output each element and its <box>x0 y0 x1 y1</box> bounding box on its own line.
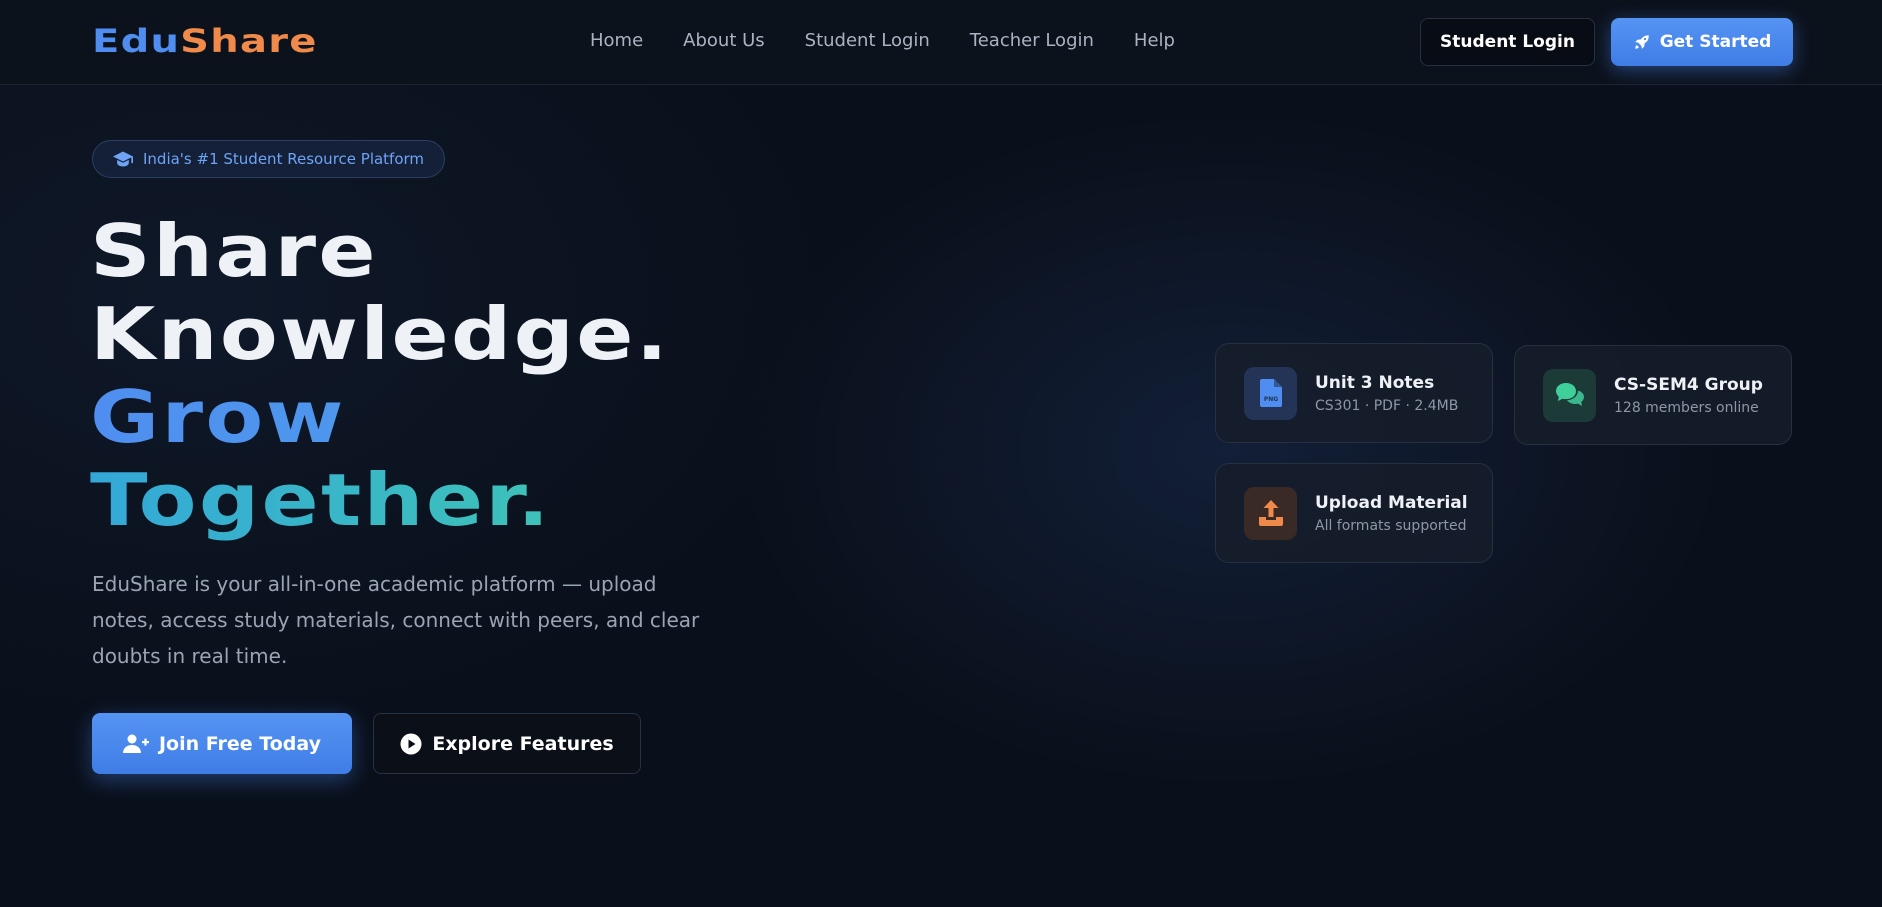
chat-icon <box>1555 383 1584 406</box>
navbar: EduShare Home About Us Student Login Tea… <box>0 0 1882 85</box>
headline-line-1: Share <box>90 209 378 293</box>
explore-features-label: Explore Features <box>432 732 614 755</box>
graduation-cap-icon <box>113 151 133 167</box>
card-subtitle: All formats supported <box>1315 517 1467 534</box>
headline-line-2: Knowledge. <box>90 292 671 376</box>
get-started-button[interactable]: Get Started <box>1611 18 1793 66</box>
png-file-icon: PNG <box>1259 379 1282 407</box>
student-login-button[interactable]: Student Login <box>1420 18 1595 66</box>
card-subtitle: 128 members online <box>1614 399 1759 416</box>
logo-part-edu: Edu <box>92 22 181 60</box>
hero-badge-text: India's #1 Student Resource Platform <box>143 150 425 168</box>
hero-headline: Share Knowledge. Grow Together. <box>90 210 670 542</box>
card-icon-box: PNG <box>1244 366 1297 420</box>
nav-link-student-login[interactable]: Student Login <box>805 30 930 51</box>
card-icon-box <box>1244 486 1297 540</box>
svg-text:PNG: PNG <box>1263 396 1277 403</box>
join-free-label: Join Free Today <box>158 732 321 755</box>
card-upload[interactable]: Upload Material All formats supported <box>1215 463 1493 563</box>
nav-links: Home About Us Student Login Teacher Logi… <box>590 30 1175 51</box>
card-icon-box <box>1543 368 1596 422</box>
nav-link-home[interactable]: Home <box>590 30 643 51</box>
logo-part-share: Share <box>180 22 318 60</box>
student-login-label: Student Login <box>1440 32 1575 52</box>
headline-line-3: Grow <box>90 376 670 459</box>
card-title: CS-SEM4 Group <box>1614 374 1763 395</box>
user-plus-icon <box>122 734 149 753</box>
upload-icon <box>1258 500 1283 526</box>
join-free-button[interactable]: Join Free Today <box>92 713 352 774</box>
headline-line-4: Together. <box>90 459 670 542</box>
nav-link-about[interactable]: About Us <box>683 30 765 51</box>
card-unit-notes[interactable]: PNG Unit 3 Notes CS301 · PDF · 2.4MB <box>1215 343 1493 443</box>
card-group[interactable]: CS-SEM4 Group 128 members online <box>1514 345 1792 445</box>
hero-description: EduShare is your all-in-one academic pla… <box>92 572 700 668</box>
hero-badge: India's #1 Student Resource Platform <box>92 140 446 178</box>
explore-features-button[interactable]: Explore Features <box>373 713 641 774</box>
brand-logo[interactable]: EduShare <box>92 22 318 60</box>
card-subtitle: CS301 · PDF · 2.4MB <box>1315 397 1459 414</box>
nav-link-help[interactable]: Help <box>1134 30 1175 51</box>
play-circle-icon <box>400 733 422 754</box>
nav-link-teacher-login[interactable]: Teacher Login <box>970 30 1094 51</box>
card-title: Unit 3 Notes <box>1315 372 1435 393</box>
card-title: Upload Material <box>1315 492 1468 513</box>
get-started-label: Get Started <box>1659 32 1772 52</box>
rocket-icon <box>1634 35 1649 49</box>
